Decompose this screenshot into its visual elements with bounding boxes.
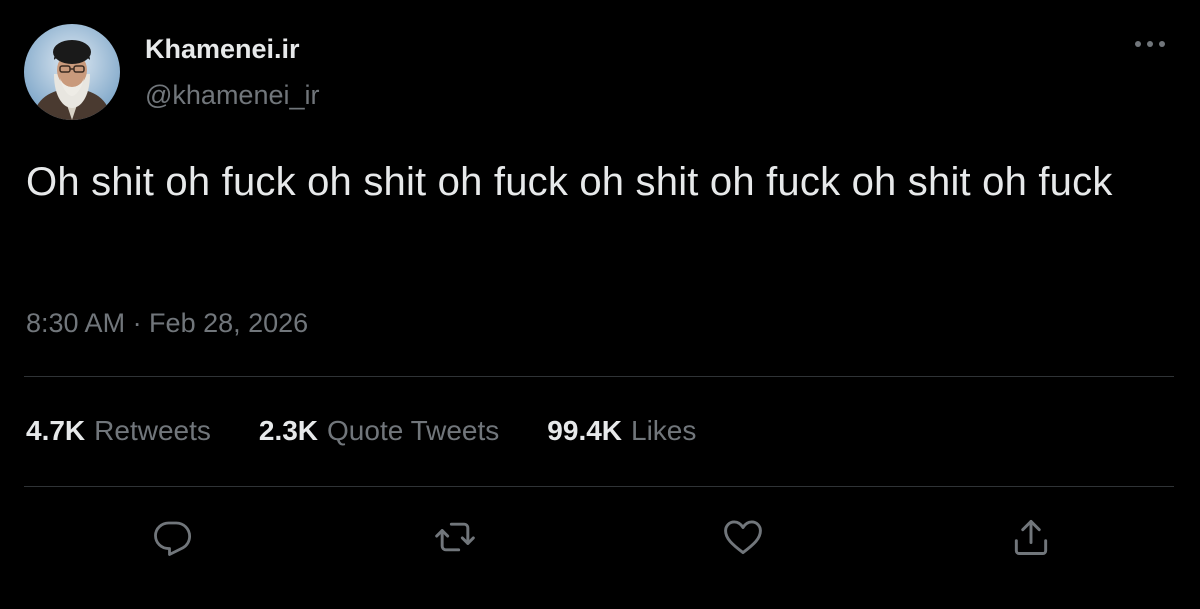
quote-tweets-stat[interactable]: 2.3K Quote Tweets [259,415,499,447]
likes-count: 99.4K [547,415,623,446]
profile-photo [24,24,120,120]
retweet-button[interactable] [430,512,480,562]
share-icon [1014,519,1048,555]
more-options-icon[interactable] [1128,28,1172,60]
retweet-icon [435,522,475,552]
tweet-card: Khamenei.ir @khamenei_ir Oh shit oh fuck… [0,0,1200,609]
likes-stat[interactable]: 99.4K Likes [547,415,696,447]
divider [24,376,1174,377]
tweet-timestamp[interactable]: 8:30 AM · Feb 28, 2026 [26,306,308,340]
retweets-count: 4.7K [26,415,86,446]
reply-icon [154,521,192,556]
quote-tweets-label: Quote Tweets [327,415,500,446]
tweet-text: Oh shit oh fuck oh shit oh fuck oh shit … [26,160,1113,204]
heart-icon [724,520,762,555]
retweets-stat[interactable]: 4.7K Retweets [26,415,211,447]
engagement-stats: 4.7K Retweets 2.3K Quote Tweets 99.4K Li… [26,413,744,449]
reply-button[interactable] [148,512,198,562]
avatar[interactable] [24,24,120,120]
divider [24,486,1174,487]
like-button[interactable] [718,512,768,562]
share-button[interactable] [1006,512,1056,562]
retweets-label: Retweets [94,415,211,446]
username-handle[interactable]: @khamenei_ir [145,79,320,111]
likes-label: Likes [631,415,697,446]
quote-tweets-count: 2.3K [258,415,319,446]
display-name[interactable]: Khamenei.ir [145,33,300,65]
